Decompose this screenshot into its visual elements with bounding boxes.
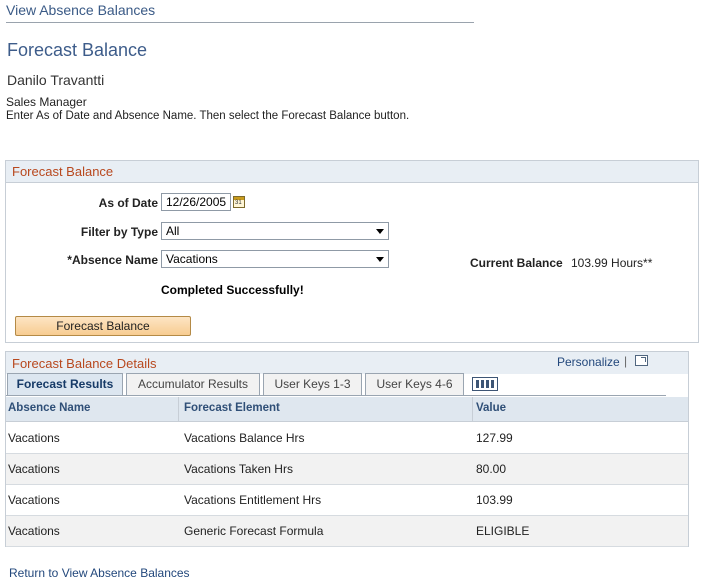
return-link[interactable]: Return to View Absence Balances	[9, 566, 190, 580]
forecast-details-title: Forecast Balance Details	[12, 356, 157, 371]
forecast-element-cell: Vacations Entitlement Hrs	[184, 493, 322, 507]
absence-name-value: Vacations	[166, 252, 218, 266]
job-title: Sales Manager	[6, 95, 87, 109]
column-header-value[interactable]: Value	[476, 402, 506, 414]
employee-name: Danilo Travantti	[7, 72, 105, 88]
view-absence-balances-link[interactable]: View Absence Balances	[6, 2, 155, 18]
absence-name-cell: Vacations	[8, 524, 60, 538]
tab-user-keys-1-3[interactable]: User Keys 1-3	[263, 373, 362, 395]
column-divider	[472, 397, 473, 421]
table-row: Vacations Generic Forecast Formula ELIGI…	[6, 516, 688, 547]
current-balance-label: Current Balance	[470, 256, 563, 270]
forecast-balance-button[interactable]: Forecast Balance	[15, 316, 191, 336]
forecast-balance-group-title: Forecast Balance	[12, 164, 114, 179]
forecast-element-cell: Generic Forecast Formula	[184, 524, 324, 538]
current-balance-value: 103.99 Hours**	[571, 256, 653, 270]
table-row: Vacations Vacations Taken Hrs 80.00	[6, 454, 688, 485]
page-title: Forecast Balance	[7, 40, 148, 60]
absence-name-cell: Vacations	[8, 493, 60, 507]
header-divider	[6, 22, 474, 23]
as-of-date-input[interactable]: 12/26/2005	[161, 193, 231, 211]
grid-header-row: Absence Name Forecast Element Value	[6, 397, 688, 422]
status-message: Completed Successfully!	[161, 283, 304, 297]
value-cell: ELIGIBLE	[476, 524, 530, 538]
tab-accumulator-results[interactable]: Accumulator Results	[126, 373, 260, 395]
column-divider	[178, 397, 179, 421]
calendar-icon[interactable]: 31	[233, 196, 245, 208]
value-cell: 103.99	[476, 493, 513, 507]
filter-by-type-select[interactable]: All	[161, 222, 389, 240]
tab-forecast-results[interactable]: Forecast Results	[7, 373, 123, 395]
column-header-absence-name[interactable]: Absence Name	[8, 402, 90, 414]
chevron-down-icon	[376, 229, 384, 234]
absence-name-label: *Absence Name	[67, 253, 158, 267]
instructions-text: Enter As of Date and Absence Name. Then …	[6, 110, 410, 122]
chevron-down-icon	[376, 257, 384, 262]
filter-by-type-value: All	[166, 224, 180, 238]
table-row: Vacations Vacations Entitlement Hrs 103.…	[6, 485, 688, 516]
personalize-link[interactable]: Personalize	[557, 355, 620, 369]
link-separator: |	[624, 354, 628, 368]
forecast-balance-header: Forecast Balance	[6, 161, 698, 183]
value-cell: 80.00	[476, 462, 507, 476]
absence-name-select[interactable]: Vacations	[161, 250, 389, 268]
tab-strip-divider	[6, 395, 666, 396]
absence-name-cell: Vacations	[8, 431, 60, 445]
absence-name-cell: Vacations	[8, 462, 60, 476]
tab-user-keys-4-6[interactable]: User Keys 4-6	[365, 373, 464, 395]
column-header-forecast-element[interactable]: Forecast Element	[184, 402, 280, 414]
forecast-element-cell: Vacations Taken Hrs	[184, 462, 293, 476]
as-of-date-label: As of Date	[98, 196, 158, 210]
calendar-icon-day: 31	[235, 200, 242, 206]
forecast-element-cell: Vacations Balance Hrs	[184, 431, 305, 445]
show-all-columns-icon[interactable]	[472, 377, 498, 391]
table-row: Vacations Vacations Balance Hrs 127.99	[6, 423, 688, 454]
filter-by-type-label: Filter by Type	[80, 225, 158, 239]
value-cell: 127.99	[476, 431, 513, 445]
new-window-icon[interactable]	[635, 355, 648, 366]
